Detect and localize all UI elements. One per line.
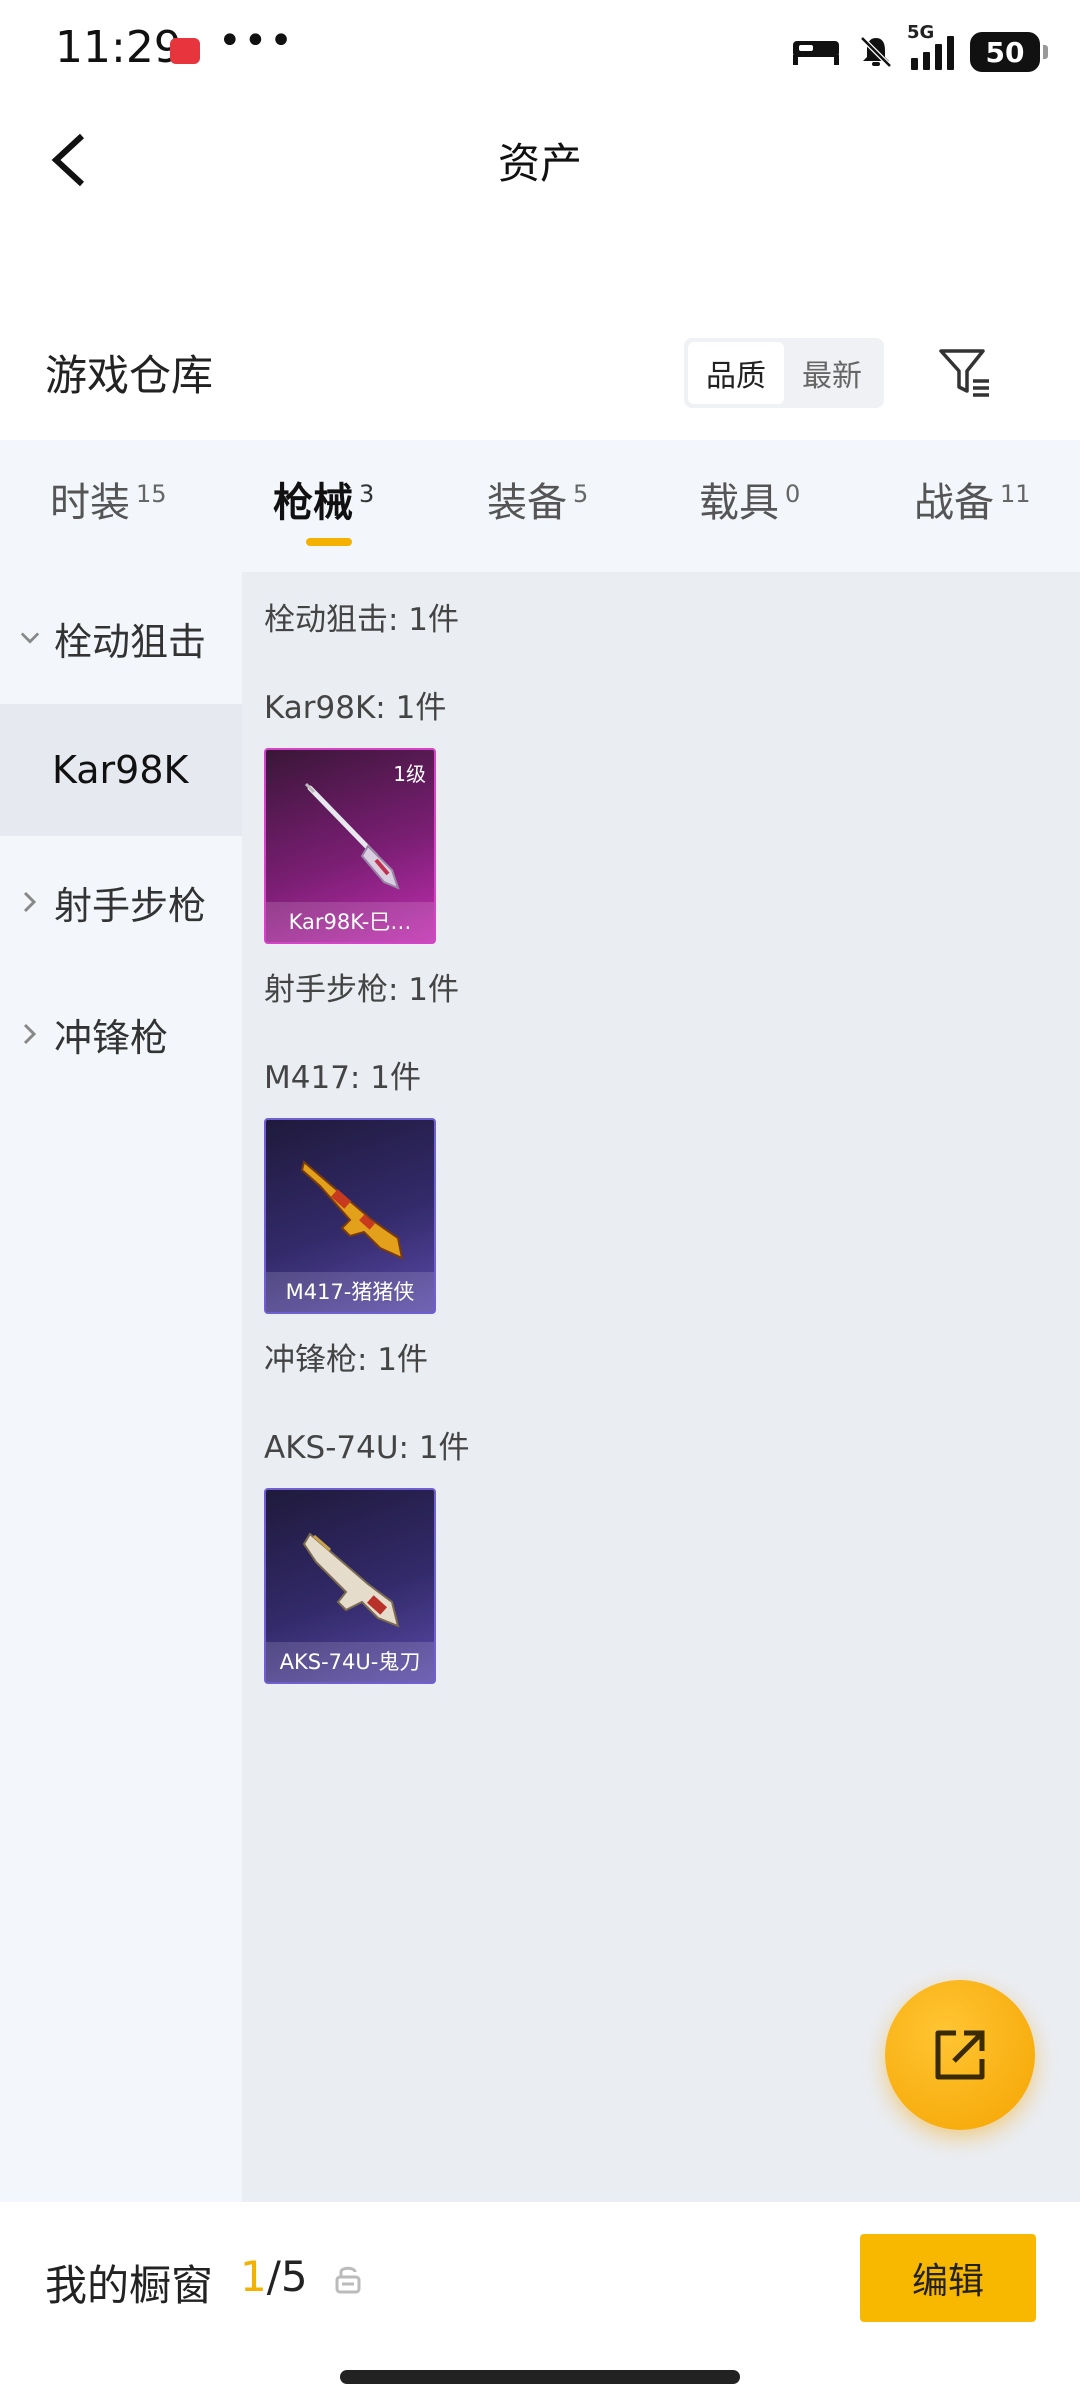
network-type: 5G [907, 22, 935, 43]
rifle-image-icon [300, 1160, 404, 1260]
lock-icon [335, 2266, 361, 2294]
edit-button[interactable]: 编辑 [860, 2234, 1036, 2322]
tab-count: 0 [785, 480, 801, 508]
tab-label: 时装 [50, 480, 130, 526]
weapon-name: AKS-74U-鬼刀 [266, 1642, 434, 1682]
tab-count: 5 [573, 480, 589, 508]
showcase-current: 1 [240, 2252, 267, 2301]
status-icons: 5G 50 [791, 22, 1048, 74]
showcase-total: /5 [266, 2252, 308, 2301]
home-indicator[interactable] [340, 2370, 740, 2384]
warehouse-title: 游戏仓库 [45, 351, 214, 400]
chevron-right-icon [20, 1023, 40, 1045]
sidebar-item-smg[interactable]: 冲锋枪 [0, 968, 242, 1100]
showcase-bar: 我的橱窗 1/5 编辑 [0, 2202, 1080, 2400]
category-count-label: 射手步枪: 1件 [264, 972, 460, 1008]
weapon-card-m417[interactable]: M417-猪猪侠 [264, 1118, 436, 1314]
category-tabs: 时装 15 枪械 3 装备 5 载具 0 战备 11 [0, 440, 1080, 572]
showcase-count: 1/5 [240, 2252, 308, 2301]
app-notification-icon [170, 38, 200, 64]
battery-icon: 50 [970, 32, 1048, 72]
sidebar-item-kar98k[interactable]: Kar98K [0, 704, 242, 836]
model-count-label: AKS-74U: 1件 [264, 1430, 470, 1466]
warehouse-header: 游戏仓库 品质 最新 [0, 320, 1080, 440]
share-icon [935, 2030, 985, 2080]
weapon-category-sidebar: 栓动狙击 Kar98K 射手步枪 冲锋枪 [0, 572, 242, 2202]
showcase-label: 我的橱窗 [45, 2261, 214, 2310]
tab-equipment[interactable]: 装备 5 [487, 470, 588, 528]
sidebar-item-bolt-action[interactable]: 栓动狙击 [0, 572, 242, 704]
tab-label: 枪械 [273, 480, 353, 526]
category-count-label: 栓动狙击: 1件 [264, 602, 460, 638]
model-count-label: Kar98K: 1件 [264, 690, 447, 726]
sidebar-item-label: 射手步枪 [54, 883, 207, 928]
weapon-card-aks74u[interactable]: AKS-74U-鬼刀 [264, 1488, 436, 1684]
sort-by-latest[interactable]: 最新 [784, 342, 880, 404]
category-count-label: 冲锋枪: 1件 [264, 1342, 429, 1378]
model-count-label: M417: 1件 [264, 1060, 421, 1096]
mute-bell-icon [860, 36, 892, 68]
top-nav: 资产 [0, 110, 1080, 210]
weapon-name: M417-猪猪侠 [266, 1272, 434, 1312]
signal-icon: 5G [907, 22, 954, 70]
tab-count: 11 [1000, 480, 1031, 508]
tab-label: 载具 [699, 480, 779, 526]
tab-count: 15 [136, 480, 167, 508]
share-button[interactable] [885, 1980, 1035, 2130]
more-notifications-icon: ••• [218, 18, 295, 64]
weapon-list: 栓动狙击: 1件 Kar98K: 1件 1级 Kar98K-巳… 射手步枪: 1… [242, 572, 1080, 2202]
sidebar-item-label: 冲锋枪 [54, 1015, 169, 1060]
chevron-down-icon [20, 631, 40, 645]
weapon-card-kar98k[interactable]: 1级 Kar98K-巳… [264, 748, 436, 944]
filter-button[interactable] [930, 338, 1000, 408]
page-title: 资产 [497, 139, 582, 188]
sidebar-item-label: Kar98K [52, 748, 189, 792]
sidebar-item-dmr[interactable]: 射手步枪 [0, 836, 242, 968]
sleep-mode-icon [793, 41, 839, 65]
sort-toggle: 品质 最新 [684, 338, 884, 408]
sidebar-item-label: 栓动狙击 [54, 619, 207, 664]
tab-supplies[interactable]: 战备 11 [914, 470, 1031, 528]
status-time: 11:29 [55, 22, 182, 73]
active-tab-indicator [306, 538, 352, 546]
weapon-name: Kar98K-巳… [266, 902, 434, 942]
chevron-right-icon [20, 891, 40, 913]
filter-icon [939, 349, 989, 397]
tab-count: 3 [359, 480, 375, 508]
rifle-image-icon [304, 782, 400, 890]
tab-label: 战备 [914, 480, 994, 526]
status-bar: 11:29 ••• 5G 50 [0, 0, 1080, 110]
tab-label: 装备 [487, 480, 567, 526]
sort-by-quality[interactable]: 品质 [688, 342, 784, 404]
tab-fashion[interactable]: 时装 15 [50, 470, 167, 528]
tab-guns[interactable]: 枪械 3 [273, 470, 374, 528]
rifle-image-icon [302, 1532, 400, 1628]
tab-vehicles[interactable]: 载具 0 [699, 470, 800, 528]
